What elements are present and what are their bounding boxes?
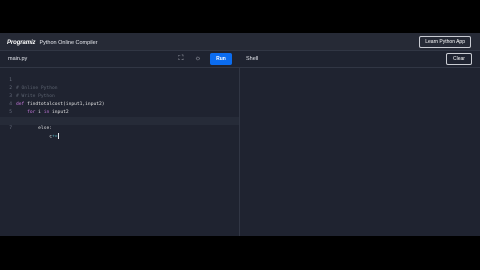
text-caret: [57, 133, 59, 139]
logo-text: Programiz: [7, 39, 36, 46]
fullscreen-icon[interactable]: ⛶: [176, 54, 186, 64]
logo[interactable]: Programiz Python Online Compiler: [7, 38, 98, 47]
code-line: 4 for i in input2: [0, 93, 239, 115]
code-line: 6 else:: [0, 109, 239, 131]
shell-output[interactable]: [240, 68, 480, 236]
sun-icon[interactable]: ☼: [193, 54, 203, 64]
top-bar: Programiz Python Online Compiler Learn P…: [0, 33, 480, 51]
code-line: 5 if(i==temp): C+=: [0, 101, 239, 123]
shell-label: Shell: [246, 56, 259, 62]
code-line: 2 # Write Python: [0, 77, 239, 99]
code-editor[interactable]: 1 # Online Python 2 # Write Python 3 def…: [0, 68, 239, 236]
compiler-app: Programiz Python Online Compiler Learn P…: [0, 33, 480, 236]
app-title: Python Online Compiler: [39, 39, 98, 46]
code-keyword: else:: [38, 126, 52, 131]
code-line: 1 # Online Python: [0, 69, 239, 91]
file-tab-main-py[interactable]: main.py: [8, 56, 27, 62]
toolbar: main.py ⛶ ☼ Run Shell Clear: [0, 51, 480, 68]
clear-button[interactable]: Clear: [446, 53, 472, 65]
learn-python-app-button[interactable]: Learn Python App: [419, 36, 471, 48]
line-number: 7: [9, 126, 12, 131]
code-line-active: 7 c+=: [0, 117, 239, 140]
run-button[interactable]: Run: [210, 53, 232, 65]
code-line: 3 def findtotalcost(input1,input2): [0, 85, 239, 107]
